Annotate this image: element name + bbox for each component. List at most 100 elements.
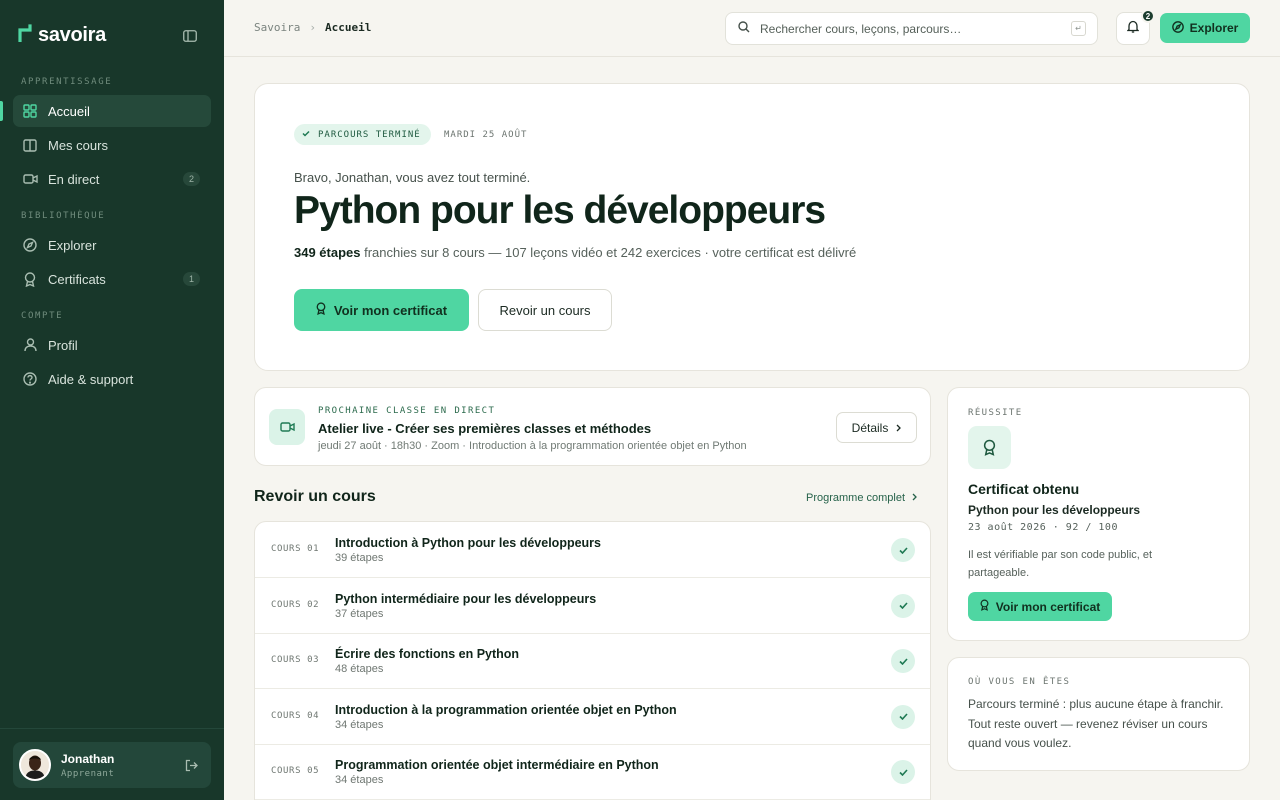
course-name: Écrire des fonctions en Python bbox=[335, 647, 520, 661]
course-steps: 48 étapes bbox=[335, 663, 384, 675]
hero-card: PARCOURS TERMINÉ MARDI 25 AOÛT Bravo, Jo… bbox=[254, 83, 1250, 371]
bell-icon bbox=[1126, 20, 1140, 38]
live-class-card: PROCHAINE CLASSE EN DIRECT Atelier live … bbox=[254, 387, 931, 466]
check-icon bbox=[891, 649, 915, 673]
award-icon bbox=[968, 426, 1011, 469]
sidebar-item-label: Mes cours bbox=[48, 137, 108, 153]
course-name: Introduction à Python pour les développe… bbox=[335, 536, 601, 550]
course-number: COURS 04 bbox=[271, 710, 320, 721]
certificate-card-label: RÉUSSITE bbox=[968, 408, 1023, 418]
sidebar-item-explorer[interactable]: Explorer bbox=[13, 229, 211, 261]
search-icon bbox=[738, 20, 750, 38]
explore-button-label: Explorer bbox=[1189, 21, 1239, 35]
course-row[interactable]: COURS 01 Introduction à Python pour les … bbox=[255, 522, 930, 578]
logout-icon[interactable] bbox=[183, 757, 199, 773]
page-title: Python pour les développeurs bbox=[294, 189, 826, 232]
sidebar-item-profil[interactable]: Profil bbox=[13, 329, 211, 361]
review-course-button[interactable]: Revoir un cours bbox=[478, 289, 612, 331]
sidebar-item-label: Explorer bbox=[48, 237, 97, 253]
course-steps: 34 étapes bbox=[335, 774, 384, 786]
logo-mark-icon bbox=[18, 24, 32, 47]
details-button-label: Détails bbox=[851, 420, 889, 435]
hero-stats-strong: 349 étapes bbox=[294, 245, 361, 260]
certificate-card: RÉUSSITE Certificat obtenu Python pour l… bbox=[947, 387, 1250, 641]
sidebar: savoira APPRENTISSAGE Accueil Mes cours … bbox=[0, 0, 224, 800]
section-label-bibliotheque: BIBLIOTHÈQUE bbox=[21, 211, 106, 221]
certificate-meta: 23 août 2026 · 92 / 100 bbox=[968, 522, 1118, 533]
search-bar[interactable]: ↵ bbox=[725, 12, 1098, 45]
active-indicator bbox=[0, 101, 3, 121]
section-label-apprentissage: APPRENTISSAGE bbox=[21, 77, 113, 87]
certificate-button-label: Voir mon certificat bbox=[995, 599, 1101, 614]
progress-status-label: OÙ VOUS EN ÊTES bbox=[968, 677, 1071, 687]
sidebar-item-label: Aide & support bbox=[48, 371, 134, 387]
certificate-title: Certificat obtenu bbox=[968, 481, 1080, 497]
hero-date: MARDI 25 AOÛT bbox=[444, 130, 528, 140]
user-role: Apprenant bbox=[61, 768, 115, 779]
course-row[interactable]: COURS 05 Programmation orientée objet in… bbox=[255, 744, 930, 800]
view-certificate-button[interactable]: Voir mon certificat bbox=[294, 289, 469, 331]
award-icon bbox=[316, 302, 326, 318]
avatar bbox=[19, 749, 51, 781]
sidebar-item-aide[interactable]: Aide & support bbox=[13, 363, 211, 395]
course-number: COURS 05 bbox=[271, 766, 320, 776]
course-row[interactable]: COURS 03 Écrire des fonctions en Python … bbox=[255, 633, 930, 689]
view-certificate-label: Voir mon certificat bbox=[333, 302, 448, 318]
check-icon bbox=[891, 760, 915, 784]
grid-icon bbox=[22, 103, 38, 119]
notifications-button[interactable]: 2 bbox=[1116, 9, 1155, 45]
user-card[interactable]: Jonathan Apprenant bbox=[13, 742, 211, 788]
course-number: COURS 03 bbox=[271, 655, 320, 665]
certificates-count-badge: 1 bbox=[183, 272, 200, 286]
enter-key-hint: ↵ bbox=[1071, 21, 1086, 36]
course-steps: 39 étapes bbox=[335, 552, 384, 564]
sidebar-item-label: En direct bbox=[48, 171, 100, 187]
topbar: Savoira › Accueil ↵ 2 Explorer bbox=[224, 0, 1280, 57]
chevron-right-icon bbox=[896, 421, 902, 435]
course-name: Python intermédiaire pour les développeu… bbox=[335, 591, 597, 606]
full-program-label: Programme complet bbox=[806, 492, 906, 504]
sidebar-item-mes-cours[interactable]: Mes cours bbox=[13, 129, 211, 161]
live-class-label: PROCHAINE CLASSE EN DIRECT bbox=[318, 406, 496, 416]
course-name: Introduction à la programmation orientée… bbox=[335, 702, 677, 717]
course-name: Programmation orientée objet intermédiai… bbox=[335, 758, 659, 772]
notification-badge: 2 bbox=[1141, 9, 1155, 23]
view-certificate-button-secondary[interactable]: Voir mon certificat bbox=[968, 592, 1112, 621]
search-input[interactable] bbox=[760, 21, 1060, 36]
user-icon bbox=[22, 337, 38, 353]
check-icon bbox=[891, 538, 915, 562]
sidebar-item-en-direct[interactable]: En direct 2 bbox=[13, 163, 211, 195]
sidebar-item-label: Certificats bbox=[48, 271, 106, 287]
hero-greeting: Bravo, Jonathan, vous avez tout terminé. bbox=[294, 170, 531, 185]
brand-name: savoira bbox=[38, 24, 106, 46]
full-program-link[interactable]: Programme complet bbox=[806, 492, 917, 504]
course-steps: 37 étapes bbox=[335, 607, 384, 620]
breadcrumb-current: Accueil bbox=[324, 21, 372, 34]
check-icon bbox=[302, 130, 310, 140]
course-row[interactable]: COURS 02 Python intermédiaire pour les d… bbox=[255, 578, 930, 634]
course-list: COURS 01 Introduction à Python pour les … bbox=[254, 521, 931, 800]
live-class-meta: jeudi 27 août · 18h30 · Zoom · Introduct… bbox=[318, 440, 747, 452]
sidebar-item-accueil[interactable]: Accueil bbox=[13, 95, 211, 127]
breadcrumb-root[interactable]: Savoira bbox=[254, 21, 300, 34]
progress-status-card: OÙ VOUS EN ÊTES Parcours terminé : plus … bbox=[947, 657, 1250, 771]
details-button[interactable]: Détails bbox=[836, 412, 917, 443]
status-badge-label: PARCOURS TERMINÉ bbox=[318, 129, 421, 140]
course-number: COURS 02 bbox=[271, 599, 320, 610]
breadcrumb: Savoira › Accueil bbox=[254, 21, 371, 34]
collapse-sidebar-icon[interactable] bbox=[180, 27, 200, 45]
course-number: COURS 01 bbox=[271, 544, 320, 554]
courses-heading: Revoir un cours bbox=[254, 488, 376, 505]
award-icon bbox=[22, 271, 38, 287]
hero-stats: 349 étapes franchies sur 8 cours — 107 l… bbox=[294, 245, 856, 260]
explore-button[interactable]: Explorer bbox=[1160, 13, 1250, 43]
brand-logo[interactable]: savoira bbox=[18, 24, 106, 47]
progress-status-text: Parcours terminé : plus aucune étape à f… bbox=[968, 697, 1224, 750]
video-icon bbox=[22, 171, 38, 187]
live-class-title: Atelier live - Créer ses premières class… bbox=[318, 421, 652, 436]
course-row[interactable]: COURS 04 Introduction à la programmation… bbox=[255, 689, 930, 745]
sidebar-item-label: Accueil bbox=[48, 103, 90, 119]
check-icon bbox=[891, 593, 915, 618]
sidebar-item-label: Profil bbox=[48, 337, 78, 353]
sidebar-item-certificats[interactable]: Certificats 1 bbox=[13, 263, 211, 295]
